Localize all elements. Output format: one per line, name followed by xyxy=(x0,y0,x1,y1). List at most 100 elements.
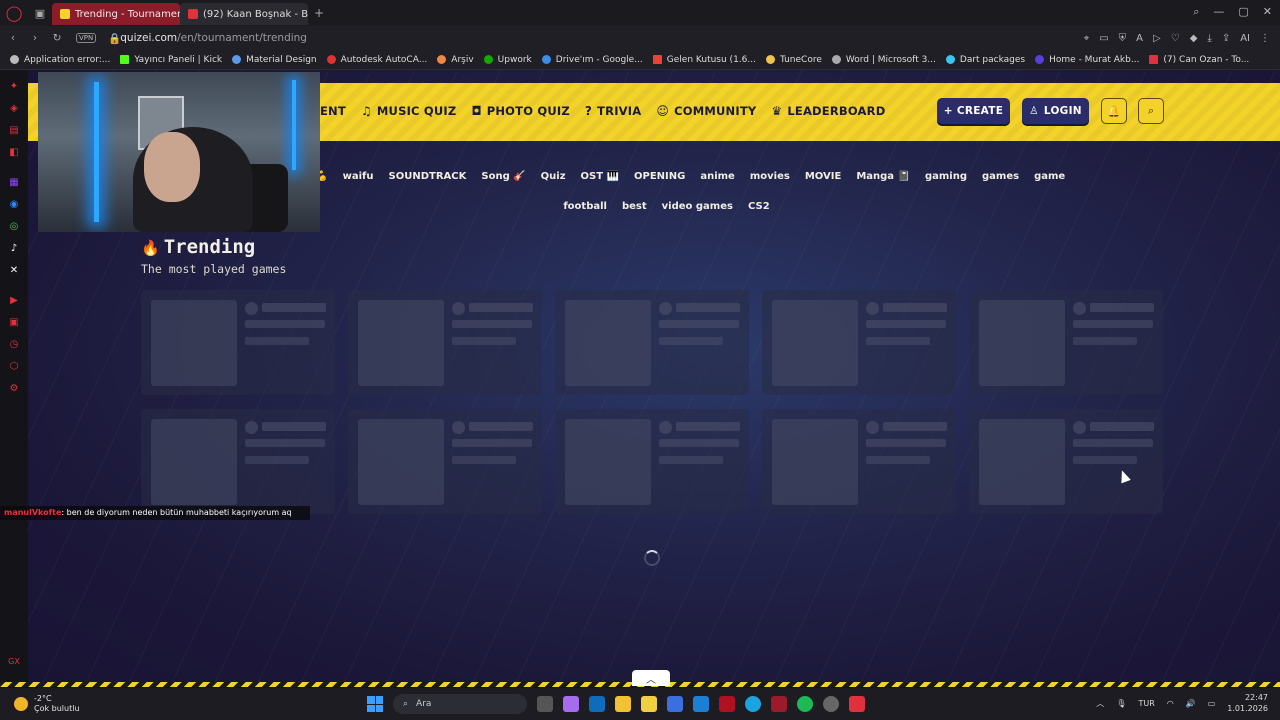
search-button[interactable]: ⌕ xyxy=(1138,98,1164,124)
tag-item[interactable]: Manga 📓 xyxy=(852,169,914,184)
app-icon[interactable] xyxy=(719,696,735,712)
clock[interactable]: 22:47 1.01.2026 xyxy=(1227,692,1268,714)
nav-trivia[interactable]: ? TRIVIA xyxy=(585,104,641,118)
vscode-icon[interactable] xyxy=(693,696,709,712)
download-icon[interactable]: ⤓ xyxy=(1207,33,1211,44)
reload-icon[interactable]: ↻ xyxy=(48,32,66,44)
tag-item[interactable]: SOUNDTRACK xyxy=(385,169,471,184)
tag-item[interactable]: Quiz xyxy=(537,169,570,184)
extensions-icon[interactable]: ⬡ xyxy=(9,361,20,372)
search-tabs-icon[interactable]: ⌕ xyxy=(1193,5,1199,19)
nav-leaderboard[interactable]: ♛ LEADERBOARD xyxy=(771,104,885,118)
bookmark-item[interactable]: Arşiv xyxy=(437,55,474,65)
nav-music-quiz[interactable]: ♫ MUSIC QUIZ xyxy=(361,104,457,118)
wifi-icon[interactable]: ◠ xyxy=(1167,699,1174,708)
twitch-icon[interactable]: ▦ xyxy=(9,177,20,188)
sticky-notes-icon[interactable] xyxy=(641,696,657,712)
share-icon[interactable]: ⇪ xyxy=(1222,33,1230,44)
tag-item[interactable]: football xyxy=(559,199,611,214)
pin-icon[interactable]: ⌖ xyxy=(1084,33,1090,44)
language-indicator[interactable]: TUR xyxy=(1138,699,1154,708)
scroll-up-button[interactable]: ︿ xyxy=(632,670,670,686)
history-icon[interactable]: ◷ xyxy=(9,339,20,350)
spotify-icon[interactable] xyxy=(797,696,813,712)
bookmark-item[interactable]: Dart packages xyxy=(945,55,1025,65)
nav-tournament[interactable]: ENT xyxy=(320,104,346,118)
translate-icon[interactable]: A xyxy=(1136,33,1143,44)
login-button[interactable]: ♙ LOGIN xyxy=(1022,98,1089,124)
chevron-up-icon[interactable]: ︿ xyxy=(1096,698,1104,709)
play-icon[interactable]: ▷ xyxy=(1153,33,1161,44)
tag-item[interactable]: movies xyxy=(746,169,794,184)
edge-icon[interactable] xyxy=(745,696,761,712)
file-explorer-icon[interactable] xyxy=(615,696,631,712)
forward-icon[interactable]: › xyxy=(26,32,44,44)
shield-icon[interactable]: ⛨ xyxy=(1119,33,1127,44)
whatsapp-icon[interactable]: ◎ xyxy=(9,221,20,232)
wallet-icon[interactable]: ▣ xyxy=(9,317,20,328)
tag-item[interactable]: game xyxy=(1030,169,1069,184)
settings-icon[interactable]: ⚙ xyxy=(9,383,20,394)
tag-item[interactable]: games xyxy=(978,169,1023,184)
bookmark-item[interactable]: Drive'ım - Google... xyxy=(541,55,643,65)
battery-icon[interactable]: ▭ xyxy=(1208,699,1216,708)
start-icon[interactable] xyxy=(367,696,383,712)
snapshot-icon[interactable]: ▭ xyxy=(1099,33,1108,44)
bookmark-item[interactable]: Material Design xyxy=(232,55,317,65)
tab-trending[interactable]: Trending - Tournament - C ✕ xyxy=(52,3,180,25)
ai-icon[interactable]: AI xyxy=(1240,33,1250,44)
notifications-button[interactable]: 🔔 xyxy=(1101,98,1127,124)
opera-gx-icon[interactable] xyxy=(771,696,787,712)
microphone-icon[interactable]: 🎙 xyxy=(1116,699,1126,708)
minimize-icon[interactable]: — xyxy=(1213,5,1224,19)
extension-icon[interactable]: ◆ xyxy=(1190,33,1198,44)
back-icon[interactable]: ‹ xyxy=(4,32,22,44)
tag-item[interactable]: OST 🎹 xyxy=(577,169,623,184)
bookmark-item[interactable]: Upwork xyxy=(483,55,532,65)
weather-widget[interactable]: -2°C Çok bulutlu xyxy=(14,694,80,714)
tag-item[interactable]: gaming xyxy=(921,169,971,184)
heart-icon[interactable]: ♡ xyxy=(1171,33,1180,44)
create-button[interactable]: + CREATE xyxy=(937,98,1010,124)
tag-item[interactable]: MOVIE xyxy=(801,169,845,184)
tab-overview-icon[interactable]: ▣ xyxy=(28,7,52,20)
close-window-icon[interactable]: ✕ xyxy=(1263,5,1272,19)
opera-logo-icon[interactable]: ◯ xyxy=(0,4,28,22)
news-icon[interactable]: ▤ xyxy=(9,125,20,136)
nav-photo-quiz[interactable]: ◘ PHOTO QUIZ xyxy=(471,104,569,118)
x-icon[interactable]: ✕ xyxy=(9,265,20,276)
tag-item[interactable]: best xyxy=(618,199,651,214)
flow-icon[interactable]: ✦ xyxy=(9,81,20,92)
vpn-badge[interactable]: VPN xyxy=(76,33,97,43)
aria-icon[interactable]: ◈ xyxy=(9,103,20,114)
bookmark-item[interactable]: Yayıncı Paneli | Kick xyxy=(120,55,222,65)
tag-item[interactable]: Song 🎸 xyxy=(477,169,529,184)
tag-item[interactable]: video games xyxy=(658,199,737,214)
bookmark-item[interactable]: TuneCore xyxy=(765,55,822,65)
gx-corner-icon[interactable]: ◧ xyxy=(9,147,20,158)
url-field[interactable]: quizei.com/en/tournament/trending xyxy=(120,32,307,44)
task-view-icon[interactable] xyxy=(537,696,553,712)
player-icon[interactable]: ▶ xyxy=(9,295,20,306)
copilot-icon[interactable] xyxy=(563,696,579,712)
menu-icon[interactable]: ⋮ xyxy=(1260,33,1270,44)
messenger-icon[interactable]: ◉ xyxy=(9,199,20,210)
store-icon[interactable] xyxy=(667,696,683,712)
bookmark-item[interactable]: Home - Murat Akb... xyxy=(1035,55,1139,65)
bookmark-item[interactable]: Word | Microsoft 3... xyxy=(831,55,936,65)
nav-community[interactable]: ☺ COMMUNITY xyxy=(656,104,756,118)
taskbar-search[interactable]: ⌕ Ara xyxy=(393,694,527,714)
youtube-icon[interactable] xyxy=(849,696,865,712)
outlook-icon[interactable] xyxy=(589,696,605,712)
tag-item[interactable]: CS2 xyxy=(744,199,774,214)
tiktok-icon[interactable]: ♪ xyxy=(9,243,20,254)
bookmark-item[interactable]: Application error:... xyxy=(10,55,110,65)
bookmark-item[interactable]: (7) Can Ozan - To... xyxy=(1149,55,1249,65)
maximize-icon[interactable]: ▢ xyxy=(1238,5,1248,19)
bookmark-item[interactable]: Autodesk AutoCA... xyxy=(326,55,427,65)
tag-item[interactable]: OPENING xyxy=(630,169,689,184)
obs-icon[interactable] xyxy=(823,696,839,712)
tab-youtube[interactable]: (92) Kaan Boşnak - Be xyxy=(180,3,308,25)
bookmark-item[interactable]: Gelen Kutusu (1.6... xyxy=(652,55,756,65)
volume-icon[interactable]: 🔊 xyxy=(1186,699,1196,708)
